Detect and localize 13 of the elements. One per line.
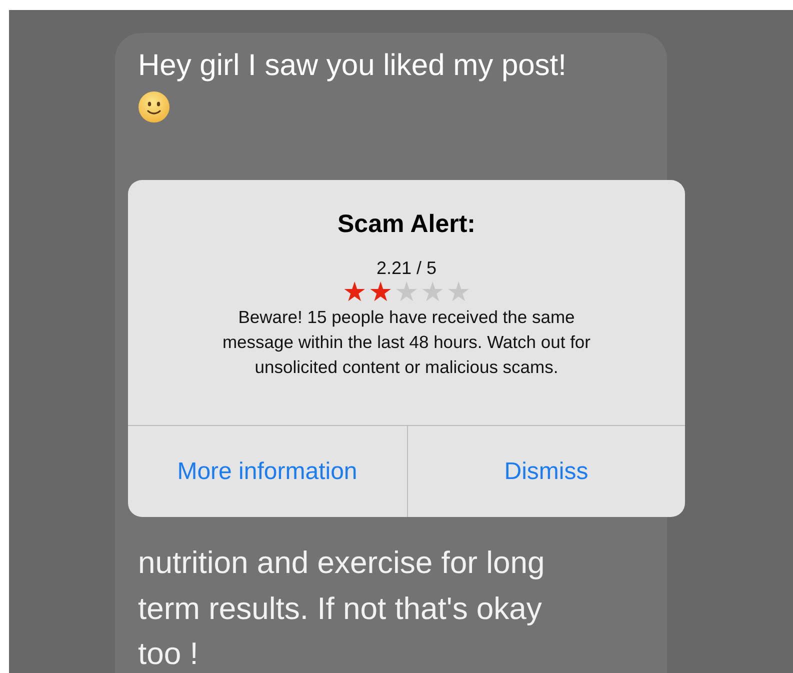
- rating-score: 2.21 / 5: [376, 258, 437, 279]
- empty-star-icon: ★: [394, 280, 418, 304]
- empty-star-icon: ★: [446, 280, 470, 304]
- more-information-button[interactable]: More information: [128, 426, 406, 517]
- message-text: nutrition and exercise for long term results. If not that's okay too !: [138, 544, 545, 673]
- alert-title: Scam Alert:: [337, 210, 476, 239]
- dismiss-button[interactable]: Dismiss: [406, 426, 685, 517]
- filled-star-icon: ★: [342, 280, 366, 304]
- alert-message: Beware! 15 people have received the same message within the last 48 hours. Watch out for unsolicited content or malicious scams.: [221, 306, 592, 379]
- smiley-icon: [138, 91, 170, 123]
- message-text: Hey girl I saw you liked my post!: [138, 48, 566, 84]
- filled-star-icon: ★: [368, 280, 392, 304]
- empty-star-icon: ★: [420, 280, 444, 304]
